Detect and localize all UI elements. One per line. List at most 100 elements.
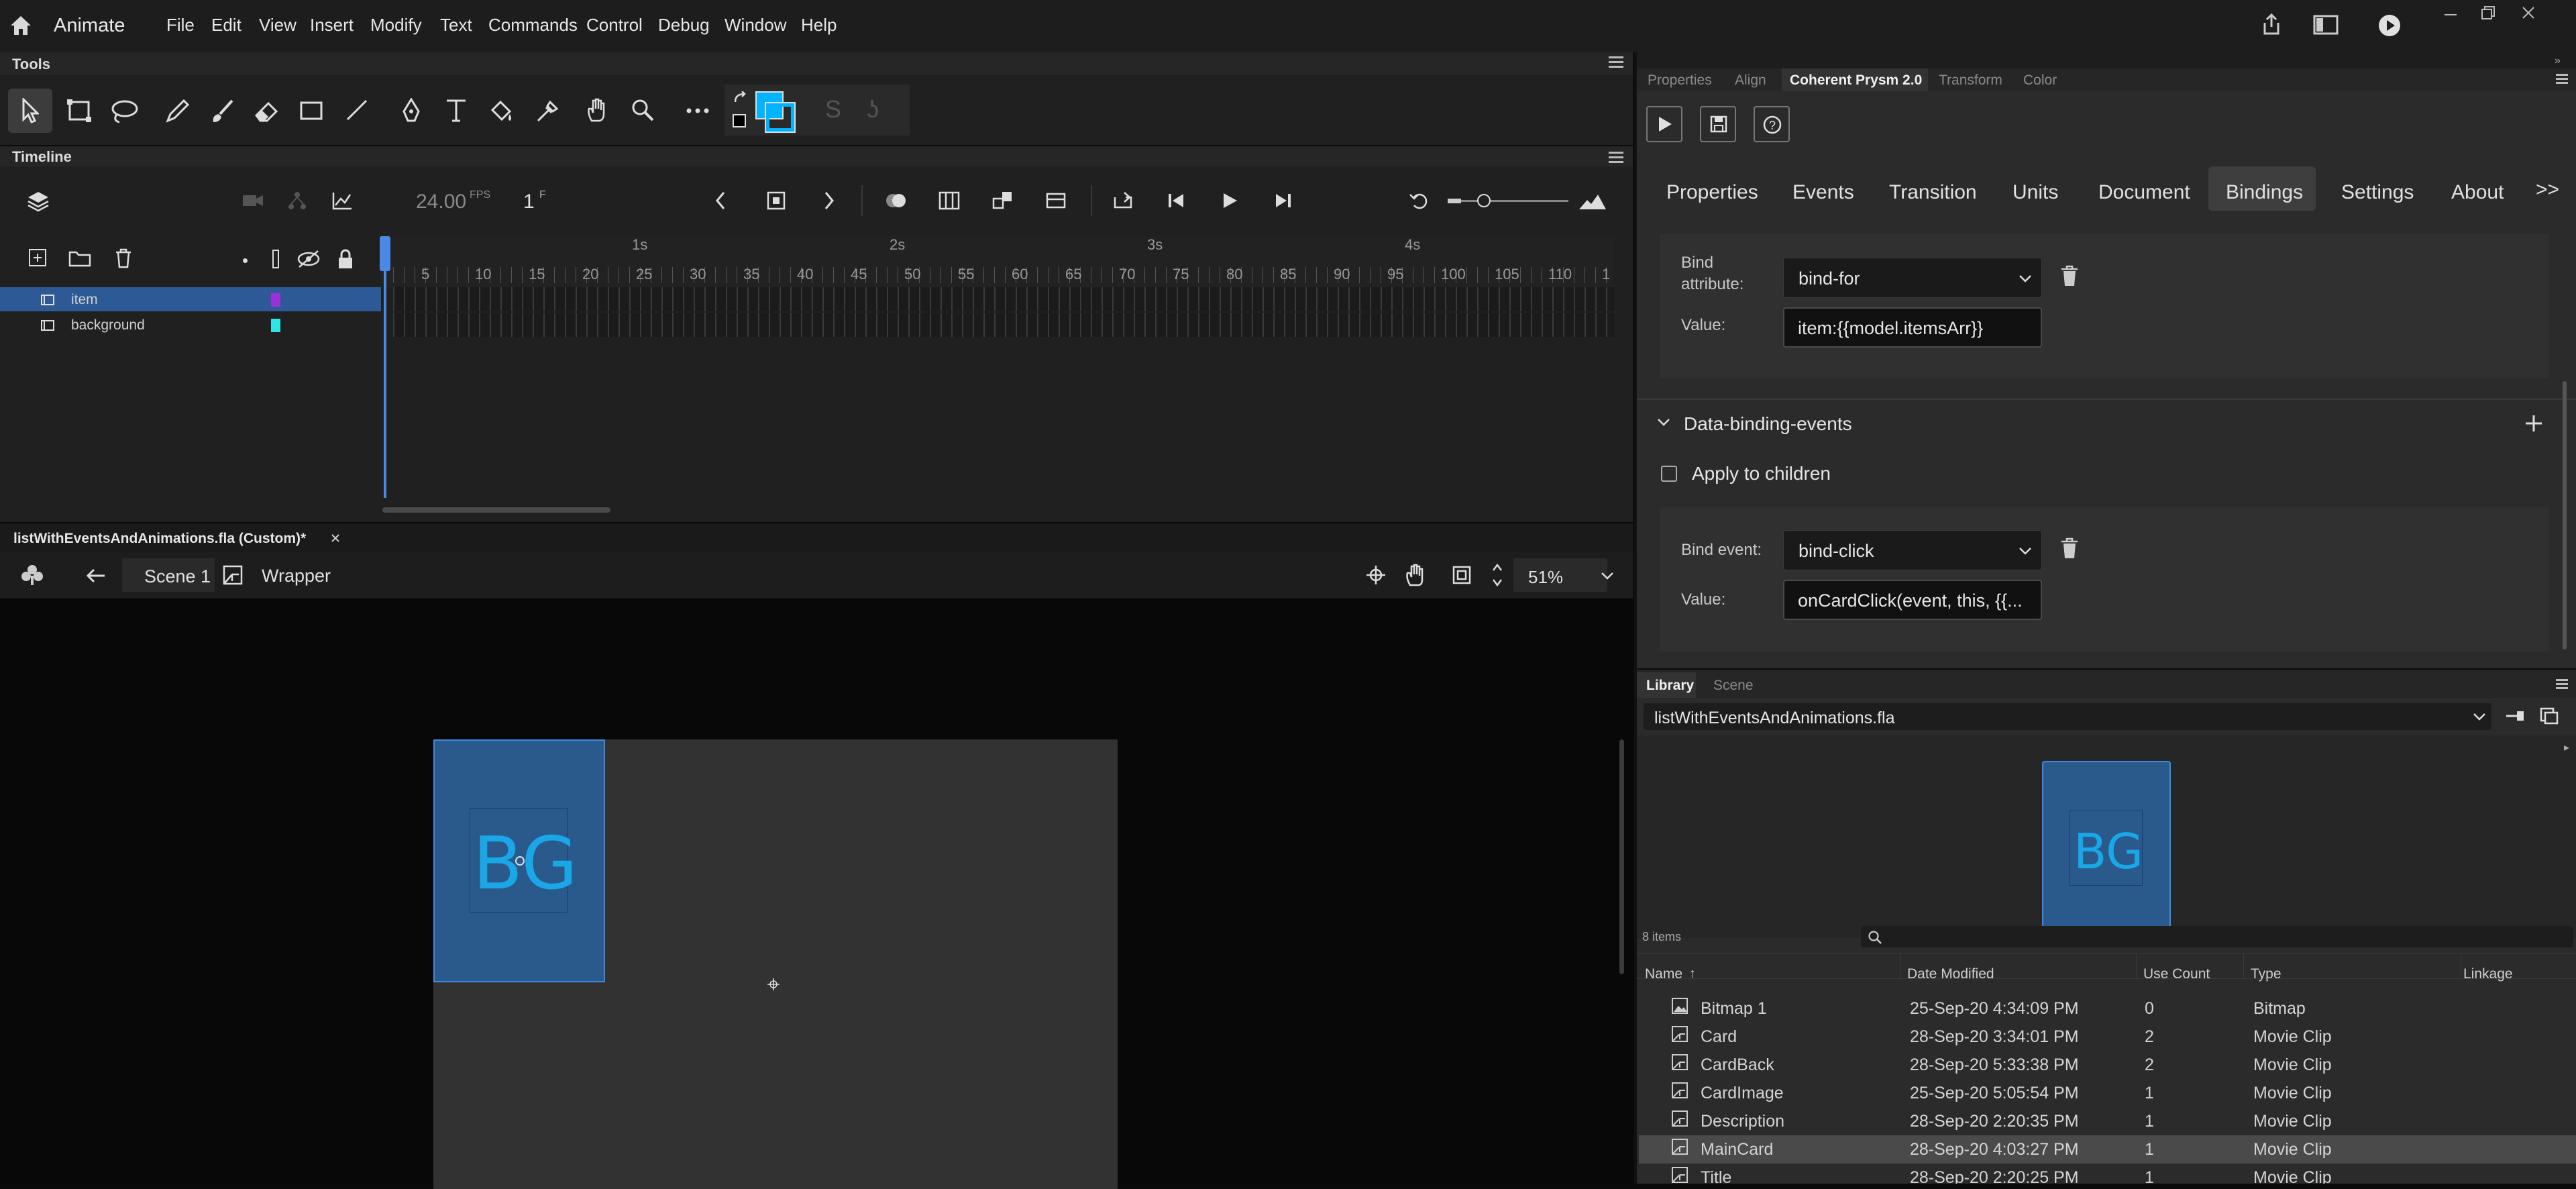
pencil-brush-icon[interactable] bbox=[164, 98, 191, 125]
library-file-dropdown[interactable]: listWithEventsAndAnimations.fla bbox=[1644, 703, 2491, 730]
stage-pasteboard[interactable]: BG bbox=[0, 599, 1633, 1189]
stage-vertical-scrollbar[interactable] bbox=[1619, 739, 1624, 974]
workspace-layout-icon[interactable] bbox=[2313, 15, 2339, 35]
graph-icon[interactable] bbox=[331, 191, 353, 211]
panel-menu-icon[interactable] bbox=[2556, 74, 2568, 76]
menu-edit[interactable]: Edit bbox=[211, 15, 241, 36]
delete-layer-icon[interactable] bbox=[114, 248, 133, 268]
line-tool-icon[interactable] bbox=[345, 98, 369, 122]
stroke-color-swatch[interactable] bbox=[765, 102, 796, 133]
scene-clubs-icon[interactable] bbox=[20, 564, 44, 586]
next-keyframe-icon[interactable] bbox=[822, 191, 836, 211]
test-movie-icon[interactable] bbox=[2377, 13, 2402, 38]
tab-transition[interactable]: Transition bbox=[1889, 181, 1977, 204]
menu-modify[interactable]: Modify bbox=[370, 15, 422, 36]
play-icon[interactable] bbox=[1221, 192, 1238, 209]
layer-row-background[interactable]: background bbox=[0, 313, 381, 337]
highlight-layers-icon[interactable] bbox=[243, 258, 248, 263]
column-name[interactable]: Name bbox=[1645, 966, 1682, 982]
hand-tool-icon[interactable] bbox=[585, 97, 610, 123]
step-back-icon[interactable] bbox=[1166, 192, 1186, 209]
help-button[interactable]: ? bbox=[1754, 106, 1790, 142]
playhead[interactable] bbox=[380, 236, 390, 498]
create-motion-tween-icon[interactable] bbox=[1045, 191, 1067, 211]
more-tools-icon[interactable] bbox=[686, 107, 710, 114]
rectangle-tool-icon[interactable] bbox=[299, 99, 323, 122]
symbol-breadcrumb[interactable]: Wrapper bbox=[262, 566, 331, 586]
scene-breadcrumb[interactable]: Scene 1 bbox=[122, 558, 215, 592]
tab-scene[interactable]: Scene bbox=[1713, 678, 1754, 694]
prysm-scrollbar[interactable] bbox=[2563, 381, 2567, 650]
menu-file[interactable]: File bbox=[166, 15, 195, 36]
chevron-down-icon[interactable] bbox=[1657, 417, 1670, 427]
tab-document[interactable]: Document bbox=[2098, 181, 2190, 204]
hide-layers-icon[interactable] bbox=[297, 250, 321, 268]
default-colors-icon[interactable] bbox=[733, 114, 746, 127]
selection-tool[interactable] bbox=[8, 89, 52, 133]
current-frame[interactable]: 1 bbox=[523, 191, 535, 213]
lasso-icon[interactable] bbox=[110, 98, 140, 125]
menu-view[interactable]: View bbox=[259, 15, 297, 36]
column-use-count[interactable]: Use Count bbox=[2143, 966, 2210, 982]
paint-bucket-icon[interactable] bbox=[488, 98, 515, 125]
share-icon[interactable] bbox=[2259, 12, 2284, 36]
insert-keyframe-icon[interactable] bbox=[766, 191, 786, 211]
menu-debug[interactable]: Debug bbox=[658, 15, 710, 36]
outline-layers-icon[interactable] bbox=[272, 250, 279, 268]
timeline-menu-icon[interactable] bbox=[1609, 152, 1623, 154]
lock-layers-icon[interactable] bbox=[337, 248, 354, 270]
tab-coherent-prysm[interactable]: Coherent Prysm 2.0 bbox=[1782, 68, 1928, 91]
frames-area[interactable]: 1s 2s 3s 4s 5 10 15 20 25 30 35 40 45 50 55 60 65 70 7… bbox=[380, 236, 1614, 508]
layer-row-item[interactable]: item bbox=[0, 287, 381, 311]
layer-color-swatch[interactable] bbox=[271, 319, 280, 332]
library-menu-icon[interactable] bbox=[2556, 679, 2568, 681]
tab-transform[interactable]: Transform bbox=[1939, 72, 2002, 89]
eraser-icon[interactable] bbox=[254, 98, 280, 125]
minimize-icon[interactable] bbox=[2442, 5, 2459, 23]
menu-control[interactable]: Control bbox=[586, 15, 643, 36]
panel-menu-icon[interactable] bbox=[1609, 56, 1623, 58]
selected-symbol-instance[interactable]: BG bbox=[433, 739, 605, 982]
tab-properties[interactable]: Properties bbox=[1666, 181, 1758, 204]
library-row-selected[interactable]: MainCard 28-Sep-20 4:03:27 PM 1 Movie Cl… bbox=[1639, 1135, 2576, 1164]
bind-event-select[interactable]: bind-click bbox=[1783, 530, 2042, 570]
undo-zoom-icon[interactable] bbox=[1409, 191, 1430, 211]
library-row[interactable]: CardImage 25-Sep-20 5:05:54 PM 1 Movie C… bbox=[1639, 1079, 2576, 1107]
rotate-stage-icon[interactable] bbox=[1403, 564, 1429, 586]
frame-ruler[interactable]: 1s 2s 3s 4s 5 10 15 20 25 30 35 40 45 50 55 60 65 70 7… bbox=[380, 236, 1614, 287]
create-classic-tween-icon[interactable] bbox=[991, 189, 1014, 212]
center-stage-icon[interactable] bbox=[1366, 565, 1386, 585]
back-arrow-icon[interactable] bbox=[86, 568, 106, 584]
tab-align[interactable]: Align bbox=[1735, 72, 1766, 89]
new-layer-icon[interactable] bbox=[28, 248, 47, 267]
close-window-icon[interactable] bbox=[2520, 4, 2537, 21]
tab-events[interactable]: Events bbox=[1792, 181, 1854, 204]
menu-help[interactable]: Help bbox=[801, 15, 837, 36]
new-library-panel-icon[interactable] bbox=[2540, 707, 2559, 725]
zoom-stepper-icon[interactable] bbox=[1491, 560, 1504, 590]
column-date-modified[interactable]: Date Modified bbox=[1907, 966, 1994, 982]
library-search-input[interactable] bbox=[1861, 926, 2573, 947]
clip-content-icon[interactable] bbox=[1452, 565, 1472, 585]
column-linkage[interactable]: Linkage bbox=[2463, 966, 2513, 982]
menu-text[interactable]: Text bbox=[440, 15, 472, 36]
close-tab-icon[interactable] bbox=[330, 533, 341, 544]
menu-commands[interactable]: Commands bbox=[488, 15, 578, 36]
tab-settings[interactable]: Settings bbox=[2341, 181, 2414, 204]
layer-frames-item[interactable] bbox=[393, 287, 1614, 311]
tab-properties[interactable]: Properties bbox=[1648, 72, 1712, 89]
event-value-input[interactable]: onCardClick(event, this, {{... bbox=[1783, 580, 2042, 620]
tab-about[interactable]: About bbox=[2451, 181, 2504, 204]
zoom-slider-thumb[interactable] bbox=[1477, 194, 1491, 207]
new-folder-icon[interactable] bbox=[68, 250, 91, 267]
layer-frames-background[interactable] bbox=[393, 313, 1614, 337]
free-transform-icon[interactable] bbox=[66, 98, 95, 125]
fps-value[interactable]: 24.00 bbox=[416, 191, 466, 213]
tab-overflow[interactable]: >> bbox=[2536, 178, 2559, 201]
paint-brush-icon[interactable] bbox=[209, 98, 236, 125]
document-tab[interactable]: listWithEventsAndAnimations.fla (Custom)… bbox=[13, 531, 306, 547]
edit-multiple-frames-icon[interactable] bbox=[938, 189, 961, 212]
onion-skin-icon[interactable] bbox=[884, 192, 908, 209]
pen-tool-icon[interactable] bbox=[398, 98, 424, 125]
preview-play-icon[interactable]: ▸ bbox=[2564, 741, 2569, 754]
